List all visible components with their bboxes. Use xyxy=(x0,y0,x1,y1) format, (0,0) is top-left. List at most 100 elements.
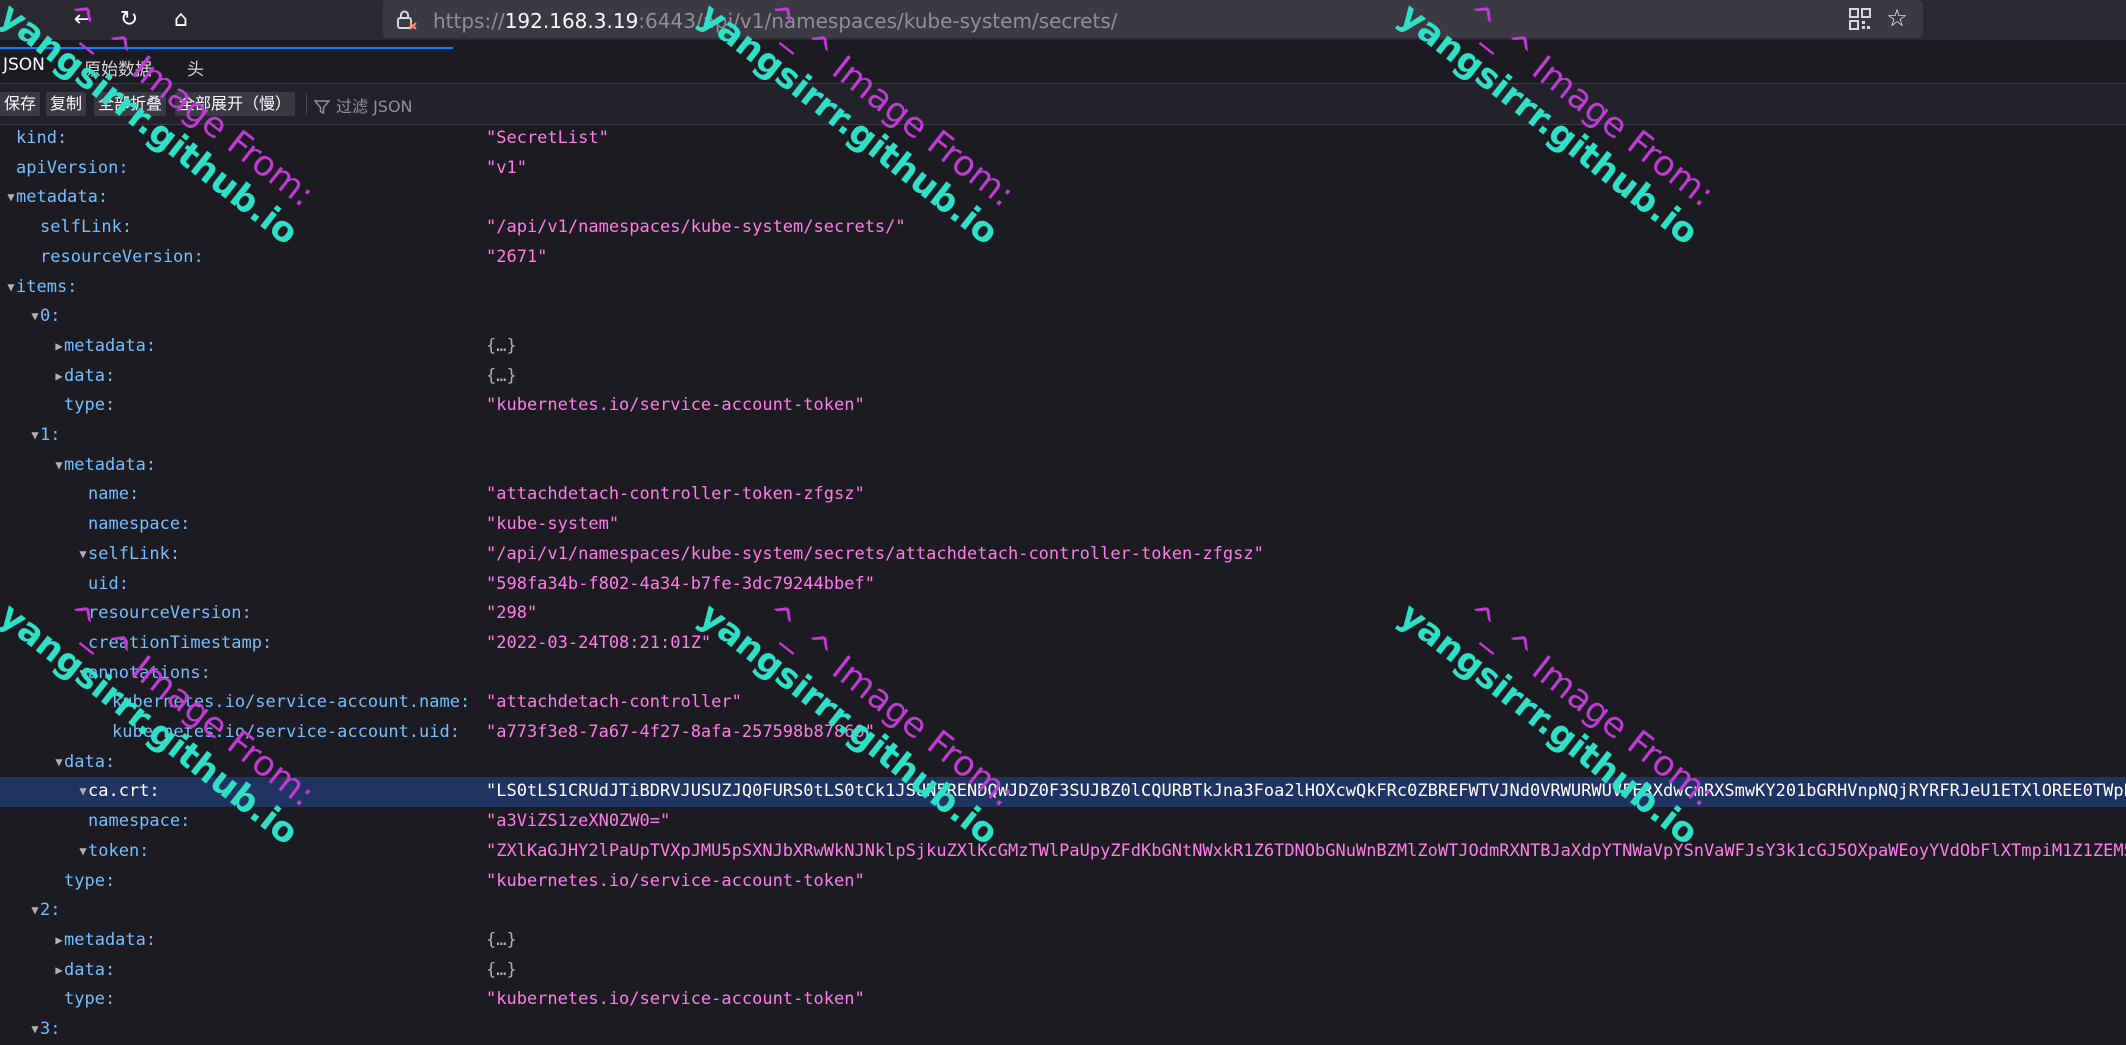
json-key: metadata: xyxy=(64,335,157,356)
json-tree-row[interactable]: ▼ selfLink: "/api/v1/namespaces/kube-syste… xyxy=(0,540,2126,570)
json-value: "a773f3e8-7a67-4f27-8afa-257598b87860" xyxy=(486,722,875,742)
json-tree-row[interactable]: type: "kubernetes.io/service-account-toke… xyxy=(0,391,2126,421)
json-value: "kubernetes.io/service-account-token" xyxy=(486,989,865,1010)
json-tree-row[interactable]: selfLink: "/api/v1/namespaces/kube-system… xyxy=(0,213,2126,243)
tab-json[interactable]: JSON xyxy=(3,55,45,75)
json-key: resourceVersion: xyxy=(88,603,252,624)
json-tree-row[interactable]: type: "kubernetes.io/service-account-toke… xyxy=(0,985,2126,1015)
json-value: {…} xyxy=(486,365,517,386)
json-tree-row[interactable]: ▼ data: xyxy=(0,748,2126,778)
json-key: 1: xyxy=(40,425,61,445)
json-key: 0: xyxy=(40,306,61,327)
json-value: {…} xyxy=(486,959,517,980)
tab-raw-data[interactable]: 原始数据 xyxy=(84,55,152,80)
save-button[interactable]: 保存 xyxy=(0,92,41,116)
json-tree-row[interactable]: kind: "SecretList" xyxy=(0,124,2126,154)
json-value: "v1" xyxy=(486,157,527,178)
json-key: type: xyxy=(64,989,116,1010)
json-tree-row[interactable]: name: "attachdetach-controller-token-zfgs… xyxy=(0,480,2126,510)
json-tree-row[interactable]: kubernetes.io/service-account.uid: "a773f… xyxy=(0,718,2126,748)
json-tree-row[interactable]: ▼ 3: xyxy=(0,1015,2126,1045)
filter-json-input[interactable]: 过滤 JSON xyxy=(313,93,413,117)
json-value: {…} xyxy=(486,335,517,356)
json-value: "/api/v1/namespaces/kube-system/secrets/… xyxy=(486,217,906,238)
json-value: "a3ViZS1zeXN0ZW0=" xyxy=(486,811,671,832)
json-key: metadata: xyxy=(64,454,157,475)
json-key: 2: xyxy=(40,900,61,921)
json-value: "attachdetach-controller" xyxy=(486,692,742,713)
json-tree-row[interactable]: resourceVersion: "2671" xyxy=(0,243,2126,273)
json-tree-row[interactable]: creationTimestamp: "2022-03-24T08:21:01Z" xyxy=(0,629,2126,659)
json-value: "598fa34b-f802-4a34-b7fe-3dc79244bbef" xyxy=(486,573,875,594)
json-tree-row[interactable]: ▼ 0: xyxy=(0,302,2126,332)
json-tree-row[interactable]: apiVersion: "v1" xyxy=(0,154,2126,184)
json-tree-row[interactable]: ▶ metadata: {…} xyxy=(0,926,2126,956)
filter-icon xyxy=(313,100,331,115)
collapse-all-button[interactable]: 全部折叠 xyxy=(94,92,167,116)
json-key: ca.crt: xyxy=(88,781,160,802)
json-tree-row[interactable]: ▼ metadata: xyxy=(0,451,2126,481)
json-value: "ZXlKaGJHY2lPaUpTVXpJMU5pSXNJbXRwWkNJNkl… xyxy=(486,840,2126,861)
home-icon[interactable]: ⌂ xyxy=(166,5,196,35)
json-tree-row[interactable]: ▶ data: {…} xyxy=(0,956,2126,986)
json-tree-row[interactable]: uid: "598fa34b-f802-4a34-b7fe-3dc79244bbe… xyxy=(0,570,2126,600)
json-key: namespace: xyxy=(88,811,191,832)
qr-code-icon[interactable] xyxy=(1849,8,1871,30)
reload-icon[interactable]: ↻ xyxy=(114,5,144,35)
expand-all-button[interactable]: 全部展开（慢） xyxy=(175,92,296,116)
json-value: "kubernetes.io/service-account-token" xyxy=(486,395,865,416)
json-value: "kubernetes.io/service-account-token" xyxy=(486,870,865,891)
json-value: "2671" xyxy=(486,246,548,267)
tab-headers[interactable]: 头 xyxy=(187,55,204,80)
json-key: token: xyxy=(88,840,150,861)
json-tree-row[interactable]: kubernetes.io/service-account.name: "atta… xyxy=(0,688,2126,718)
json-tree-row[interactable]: resourceVersion: "298" xyxy=(0,599,2126,629)
json-key: data: xyxy=(64,959,116,980)
json-key: apiVersion: xyxy=(16,157,129,178)
json-value: "LS0tLS1CRUdJTiBDRVJUSUZJQ0FURS0tLS0tCk1… xyxy=(486,781,2126,802)
lock-icon[interactable] xyxy=(395,8,417,30)
json-key: annotations: xyxy=(88,662,211,683)
json-key: metadata: xyxy=(16,187,109,208)
toolbar-divider xyxy=(306,94,307,114)
json-value: "/api/v1/namespaces/kube-system/secrets/… xyxy=(486,543,1264,564)
json-key: kind: xyxy=(16,128,68,148)
json-key: items: xyxy=(16,276,78,297)
url-bar[interactable]: https://192.168.3.19:6443/api/v1/namespa… xyxy=(383,0,1923,38)
json-value: {…} xyxy=(486,929,517,950)
json-key: type: xyxy=(64,870,116,891)
json-key: selfLink: xyxy=(88,543,181,564)
browser-toolbar: ← ↻ ⌂ https://192.168.3.19:6443/api/v1/n… xyxy=(0,0,2126,40)
back-arrow-icon[interactable]: ← xyxy=(68,5,98,35)
json-value: "kube-system" xyxy=(486,514,620,535)
json-tree-row[interactable]: ▼ token: "ZXlKaGJHY2lPaUpTVXpJMU5pSXNJbXRw… xyxy=(0,837,2126,867)
json-tree-row[interactable]: ▶ data: {…} xyxy=(0,362,2126,392)
json-key: creationTimestamp: xyxy=(88,632,273,653)
json-tree-row[interactable]: ▶ metadata: {…} xyxy=(0,332,2126,362)
json-key: resourceVersion: xyxy=(40,246,204,267)
json-key: selfLink: xyxy=(40,217,133,238)
json-key: uid: xyxy=(88,573,129,594)
json-key: metadata: xyxy=(64,929,157,950)
json-value: "298" xyxy=(486,603,538,624)
copy-button[interactable]: 复制 xyxy=(46,92,87,116)
json-toolbar: 保存 复制 全部折叠 全部展开（慢） 过滤 JSON xyxy=(0,84,2126,125)
json-key: namespace: xyxy=(88,514,191,535)
json-tree-row[interactable]: ▼ 2: xyxy=(0,896,2126,926)
json-tree-row[interactable]: namespace: "a3ViZS1zeXN0ZW0=" xyxy=(0,807,2126,837)
json-tree-row[interactable]: ▼ metadata: xyxy=(0,183,2126,213)
active-tab-indicator xyxy=(0,47,453,49)
url-text[interactable]: https://192.168.3.19:6443/api/v1/namespa… xyxy=(433,9,1117,33)
json-tree-row[interactable]: type: "kubernetes.io/service-account-toke… xyxy=(0,867,2126,897)
json-tree-row[interactable]: ▼ ca.crt: "LS0tLS1CRUdJTiBDRVJUSUZJQ0FURS0… xyxy=(0,777,2126,808)
json-tree-row[interactable]: ▼ 1: xyxy=(0,421,2126,451)
viewer-tabs: JSON 原始数据 头 xyxy=(0,47,2126,84)
json-value: "2022-03-24T08:21:01Z" xyxy=(486,632,712,653)
json-tree-row[interactable]: ▼ annotations: xyxy=(0,659,2126,689)
json-value: "SecretList" xyxy=(486,128,609,148)
json-tree-row[interactable]: ▼ items: xyxy=(0,273,2126,303)
json-value: "attachdetach-controller-token-zfgsz" xyxy=(486,484,865,505)
json-tree-row[interactable]: namespace: "kube-system" xyxy=(0,510,2126,540)
json-key: type: xyxy=(64,395,116,416)
bookmark-star-icon[interactable]: ☆ xyxy=(1883,4,1911,32)
